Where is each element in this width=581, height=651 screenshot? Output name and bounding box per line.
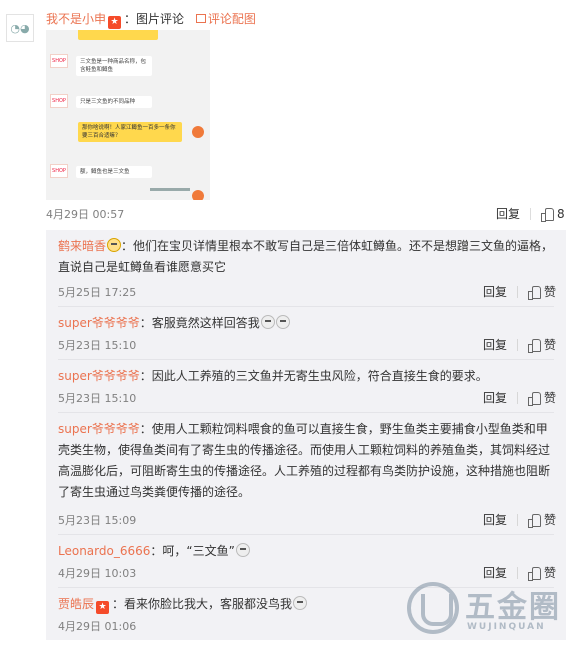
album-link[interactable]: 评论配图 [195, 12, 256, 26]
comment-author-link[interactable]: super爷爷爷爷 [58, 369, 140, 383]
action-divider [516, 391, 518, 404]
chat-product-link [150, 188, 190, 191]
chat-bubble: 三文鱼是一种商品名称，包含鲑鱼和鳟鱼 [76, 56, 152, 76]
watermark-subtitle: WUJINQUAN [467, 622, 546, 632]
comment-text: ：看来你脸比我大，客服都没鸟我 [112, 597, 293, 611]
user-avatar[interactable]: ◔◕ [6, 14, 34, 42]
comment-body: Leonardo_6666：呵，“三文鱼” [58, 541, 558, 562]
shop-avatar-icon: SHOP [50, 94, 68, 108]
comment-text: ：客服竟然这样回答我 [139, 316, 260, 330]
chat-bubble-partial [78, 30, 158, 40]
reply-button[interactable]: 回复 [483, 283, 507, 300]
action-divider [516, 566, 518, 579]
post-header: 我不是小申 ★ ：图片评论 评论配图 [46, 10, 256, 29]
comment-divider [58, 412, 554, 413]
like-icon[interactable] [527, 513, 541, 528]
reply-button[interactable]: 回复 [483, 511, 507, 528]
comment-divider [58, 359, 554, 360]
like-icon[interactable] [541, 207, 555, 222]
comment-divider [58, 306, 554, 307]
emoji-icon [107, 238, 122, 252]
comment-image-thumbnail[interactable]: SHOP 三文鱼是一种商品名称，包含鲑鱼和鳟鱼 SHOP 只是三文鱼的不同品种 … [46, 30, 210, 200]
picture-icon [195, 14, 206, 23]
action-divider [516, 285, 518, 298]
reply-button[interactable]: 回复 [483, 336, 507, 353]
weibo-comment-page: ◔◕ 我不是小申 ★ ：图片评论 评论配图 SHOP 三文鱼是一种商品名称，包含鲑鱼… [0, 0, 581, 651]
like-button[interactable]: 赞 [544, 283, 556, 300]
like-button[interactable]: 赞 [544, 389, 556, 406]
chat-bubble: 只是三文鱼的不同品种 [76, 96, 152, 108]
comment-author-link[interactable]: 鹤来暗香 [58, 239, 106, 253]
comment-time: 5月23日 15:10 [58, 339, 137, 352]
like-icon[interactable] [527, 338, 541, 353]
comment-item: super爷爷爷爷：使用人工颗粒饲料喂食的鱼可以直接生食，野生鱼类主要捕食小型鱼… [58, 419, 558, 503]
user-avatar-icon [192, 190, 204, 200]
comment-time: 5月23日 15:09 [58, 514, 137, 527]
like-icon[interactable] [527, 285, 541, 300]
comment-body: super爷爷爷爷：因此人工养殖的三文鱼并无寄生虫风险，符合直接生食的要求。 [58, 366, 558, 387]
comment-author-link[interactable]: Leonardo_6666 [58, 544, 150, 558]
emoji-icon [293, 596, 308, 610]
action-divider [516, 513, 518, 526]
comment-item: Leonardo_6666：呵，“三文鱼” [58, 541, 558, 562]
comment-actions: 回复 赞 [483, 283, 556, 300]
comment-actions: 回复 赞 [483, 511, 556, 528]
like-icon[interactable] [527, 566, 541, 581]
like-icon[interactable] [527, 391, 541, 406]
post-label-sep: ： [124, 12, 137, 26]
emoji-icon [275, 315, 290, 329]
comment-body: 鹤来暗香 ：他们在宝贝详情里根本不敢写自己是三倍体虹鳟鱼。还不是想蹭三文鱼的逼格，… [58, 236, 558, 278]
comment-text: ：因此人工养殖的三文鱼并无寄生虫风险，符合直接生食的要求。 [139, 369, 488, 383]
post-like-count[interactable]: 8 [557, 207, 565, 221]
comment-item: super爷爷爷爷：因此人工养殖的三文鱼并无寄生虫风险，符合直接生食的要求。 [58, 366, 558, 387]
post-actions: 回复 8 [496, 205, 565, 222]
shop-avatar-icon: SHOP [50, 164, 68, 178]
like-button[interactable]: 赞 [544, 336, 556, 353]
album-link-label: 评论配图 [207, 12, 256, 26]
comment-text: ：呵，“三文鱼” [150, 544, 235, 558]
post-reply-button[interactable]: 回复 [496, 205, 520, 222]
comment-body: super爷爷爷爷：使用人工颗粒饲料喂食的鱼可以直接生食，野生鱼类主要捕食小型鱼… [58, 419, 558, 503]
watermark: 五金圈 WUJINQUAN [407, 578, 577, 642]
comment-author-link[interactable]: super爷爷爷爷 [58, 316, 140, 330]
action-divider [530, 207, 532, 220]
vip-badge-icon: ★ [96, 601, 110, 614]
comment-body: super爷爷爷爷：客服竟然这样回答我 [58, 313, 558, 334]
comment-time: 5月25日 17:25 [58, 286, 137, 299]
comment-item: super爷爷爷爷：客服竟然这样回答我 [58, 313, 558, 334]
reply-button[interactable]: 回复 [483, 389, 507, 406]
shop-avatar-icon: SHOP [50, 54, 68, 68]
watermark-title: 五金圈 [465, 590, 561, 625]
comment-actions: 回复 赞 [483, 389, 556, 406]
comment-author-link[interactable]: super爷爷爷爷 [58, 422, 140, 436]
action-divider [516, 338, 518, 351]
comment-text: ：他们在宝贝详情里根本不敢写自己是三倍体虹鳟鱼。还不是想蹭三文鱼的逼格，直说自己… [58, 239, 554, 274]
vip-badge-icon: ★ [108, 16, 122, 29]
watermark-logo-icon [407, 582, 459, 634]
comment-author-link[interactable]: 贾皓辰 [58, 597, 94, 611]
post-time: 4月29日 00:57 [46, 208, 125, 221]
like-button[interactable]: 赞 [544, 511, 556, 528]
comment-time: 4月29日 01:06 [58, 620, 137, 633]
comment-item: 鹤来暗香 ：他们在宝贝详情里根本不敢写自己是三倍体虹鳟鱼。还不是想蹭三文鱼的逼格，… [58, 236, 558, 278]
emoji-icon [235, 543, 250, 557]
chat-bubble-highlighted: 那你啥说啊！人家江鳟鱼一百多一条你要三百合适嘛？ [78, 122, 182, 142]
avatar-image-icon: ◔◕ [10, 21, 30, 35]
post-label: 图片评论 [136, 12, 185, 26]
comment-divider [58, 534, 554, 535]
user-avatar-icon [192, 126, 204, 138]
comment-actions: 回复 赞 [483, 336, 556, 353]
comment-time: 4月29日 10:03 [58, 567, 137, 580]
emoji-icon [260, 315, 275, 329]
comment-time: 5月23日 15:10 [58, 392, 137, 405]
post-author-link[interactable]: 我不是小申 [46, 12, 106, 26]
chat-bubble: 额，鳟鱼也是三文鱼 [76, 166, 152, 178]
